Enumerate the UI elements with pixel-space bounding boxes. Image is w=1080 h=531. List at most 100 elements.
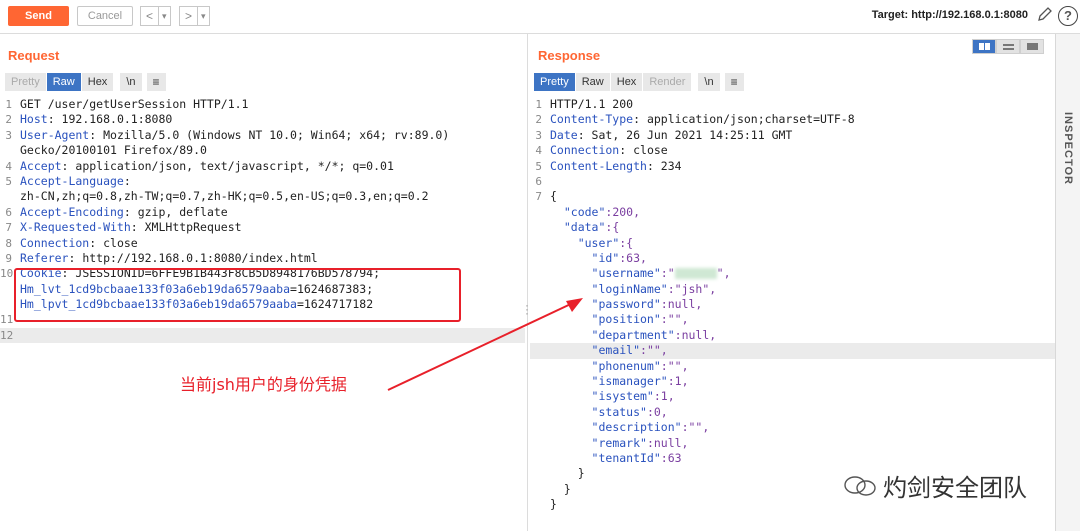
newline-toggle[interactable]: \n [120,73,143,91]
back-nav[interactable]: < ▾ [140,6,171,26]
line-number: 1 [535,98,542,111]
tab-hex[interactable]: Hex [81,73,115,91]
json-value: :null, [660,297,703,312]
tab-raw[interactable]: Raw [46,73,82,91]
json-value: :{ [605,220,620,235]
json-value: :"", [640,343,668,358]
code-line: 3 User-Agent: Mozilla/5.0 (Windows NT 10.… [0,128,525,143]
code-line: 4 Accept: application/json, text/javascri… [0,159,525,174]
menu-icon[interactable]: ≡ [146,73,167,91]
json-key: "isystem" [591,389,654,404]
redacted-value [674,268,717,280]
header-name: Date [550,127,578,142]
json-line: "remark":null, [530,436,1055,451]
header-value: HTTP/1.1 200 [550,97,634,111]
header-value: : 192.168.0.1:8080 [47,112,173,127]
json-value: :"", [660,358,689,373]
json-value: } [550,497,557,512]
json-value: :{ [619,235,634,250]
newline-toggle[interactable]: \n [698,73,721,91]
help-icon[interactable]: ? [1058,6,1078,26]
header-value: : application/json;charset=UTF-8 [633,112,855,127]
code-line: 5 Content-Length: 234 [530,159,1055,174]
json-line: "phonenum":"", [530,359,1055,374]
forward-arrow-icon[interactable]: > [180,7,197,25]
tab-pretty[interactable]: Pretty [5,73,47,91]
header-name: Connection [20,235,90,250]
json-line: "id":63, [530,251,1055,266]
watermark: 灼剑安全团队 [843,468,1027,503]
tab-hex[interactable]: Hex [610,73,644,91]
json-key: "phonenum" [591,358,661,373]
code-line: 6 Accept-Encoding: gzip, deflate [0,205,525,220]
layout-side-by-side-icon[interactable] [972,39,996,54]
json-key: "code" [563,204,606,219]
pane-divider[interactable] [527,34,528,531]
tab-pretty[interactable]: Pretty [534,73,576,91]
header-value: Gecko/20100101 Firefox/89.0 [20,143,207,158]
layout-stacked-icon[interactable] [996,39,1020,54]
inspector-label: INSPECTOR [1062,112,1074,185]
pencil-icon[interactable] [1035,6,1055,26]
json-key: "id" [591,250,620,265]
header-value: : XMLHttpRequest [130,220,242,235]
header-name: Accept-Language [20,173,124,188]
back-arrow-icon[interactable]: < [141,7,158,25]
line-number: 7 [535,190,542,204]
header-name: Accept [20,158,62,173]
header-name: Referer [20,250,69,265]
header-name: Content-Type [550,112,634,127]
json-key: "loginName" [591,281,668,296]
line-number: 3 [535,128,542,142]
code-line: 8 Connection: close [0,236,525,251]
forward-dropdown-icon[interactable]: ▾ [197,7,209,25]
json-line: "password":null, [530,297,1055,312]
header-value: : [123,173,131,188]
layout-tabbed-icon[interactable] [1020,39,1044,54]
json-value: } [577,466,585,481]
cancel-button[interactable]: Cancel [77,6,133,26]
forward-nav[interactable]: > ▾ [179,6,210,26]
json-line: "email":"", [530,343,1055,359]
json-value: :" [660,266,675,281]
line-number: 3 [5,128,12,142]
json-key: "data" [563,220,606,235]
json-key: "remark" [591,435,647,450]
back-dropdown-icon[interactable]: ▾ [158,7,170,25]
line-number: 7 [5,221,12,235]
menu-icon[interactable]: ≡ [724,73,745,91]
line-number: 2 [5,113,12,127]
code-line: zh-CN,zh;q=0.8,zh-TW;q=0.7,zh-HK;q=0.5,e… [0,189,525,204]
line-number: 6 [5,205,12,219]
json-value: :1, [667,374,689,389]
tab-render[interactable]: Render [643,73,693,91]
json-line: "data":{ [530,220,1055,235]
header-name: Content-Length [550,158,647,173]
code-line: 1 HTTP/1.1 200 [530,97,1055,112]
send-button[interactable]: Send [8,6,69,26]
header-value: { [550,189,557,204]
tab-raw[interactable]: Raw [575,73,611,91]
layout-switcher [972,39,1044,54]
response-editor[interactable]: 1 HTTP/1.1 200 2 Content-Type: application/… [530,97,1055,513]
json-value: :null, [674,327,717,342]
line-number: 12 [0,328,14,342]
code-line: 9 Referer: http://192.168.0.1:8080/index.… [0,251,525,266]
json-line: "tenantId":63 [530,451,1055,466]
line-number: 8 [5,236,12,250]
json-line: "position":"", [530,312,1055,327]
json-key: "username" [591,266,661,281]
request-tabs: Pretty Raw Hex \n ≡ [5,73,167,91]
json-value: :"jsh", [667,281,717,296]
line-number: 11 [0,313,14,327]
header-value: : application/json, text/javascript, */*… [61,158,394,173]
json-value: } [563,481,571,496]
line-number: 4 [535,144,542,158]
inspector-panel[interactable]: INSPECTOR [1055,34,1080,531]
